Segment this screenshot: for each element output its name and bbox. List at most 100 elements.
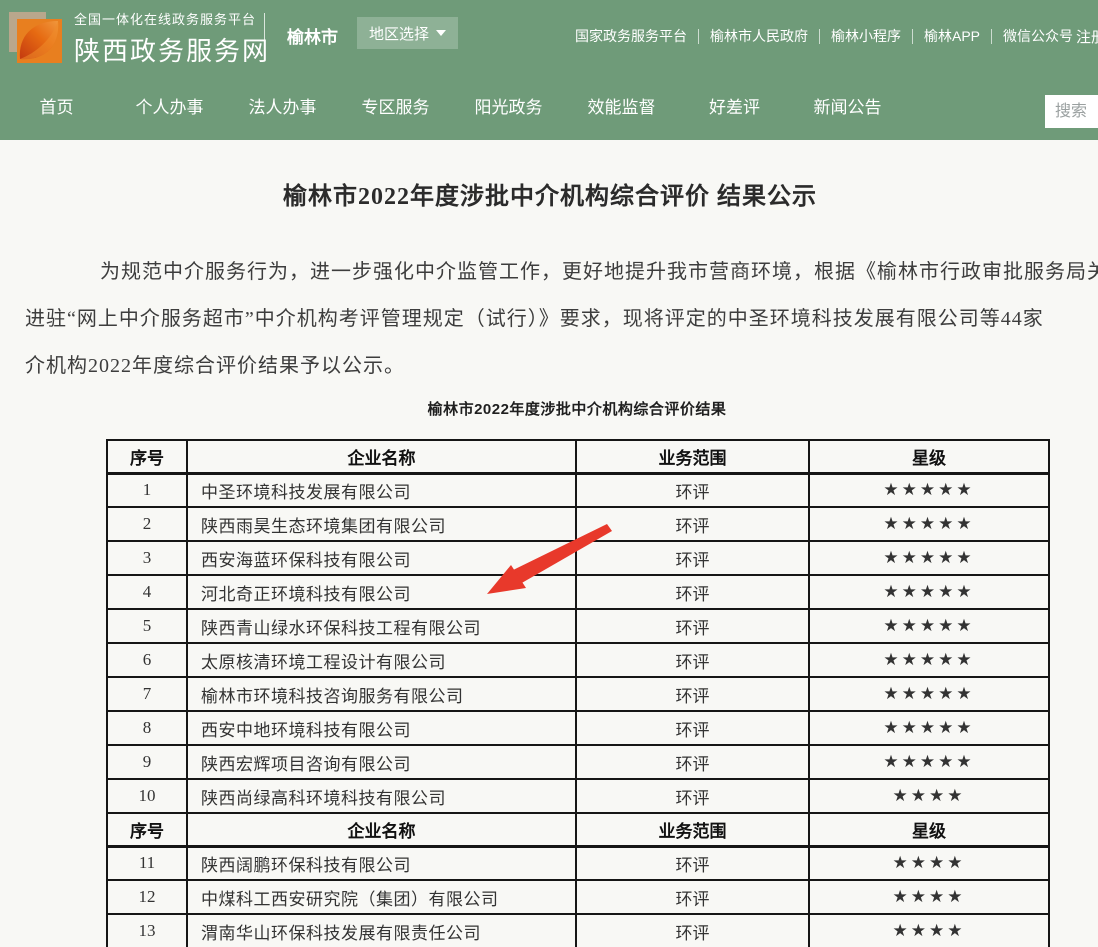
column-header: 业务范围 (576, 440, 809, 473)
table-cell-scope: 环评 (576, 711, 809, 745)
paragraph-line: 进驻“网上中介服务超市”中介机构考评管理规定（试行）》要求，现将评定的中圣环境科… (25, 296, 1098, 343)
column-header: 企业名称 (187, 813, 576, 846)
nav-item[interactable]: 阳光政务 (452, 93, 565, 118)
nav-item[interactable]: 个人办事 (113, 93, 226, 118)
table-cell-scope: 环评 (576, 507, 809, 541)
table-cell-no: 8 (107, 711, 187, 745)
table-cell-stars: ★★★★★ (809, 575, 1049, 609)
table-cell-name: 陕西青山绿水环保科技工程有限公司 (187, 609, 576, 643)
evaluation-results-table: 序号企业名称业务范围星级1中圣环境科技发展有限公司环评★★★★★2陕西雨昊生态环… (106, 439, 1050, 947)
table-row: 4河北奇正环境科技有限公司环评★★★★★ (107, 575, 1049, 609)
column-header: 星级 (809, 440, 1049, 473)
search-input[interactable] (1045, 95, 1098, 128)
table-cell-no: 11 (107, 846, 187, 880)
site-header: 全国一体化在线政务服务平台 陕西政务服务网 榆林市 地区选择 国家政务服务平台 榆… (0, 0, 1098, 70)
nav-list: 首页个人办事法人办事专区服务阳光政务效能监督好差评新闻公告 (0, 70, 1098, 140)
column-header: 序号 (107, 440, 187, 473)
column-header: 业务范围 (576, 813, 809, 846)
paragraph-line: 介机构2022年度综合评价结果予以公示。 (25, 343, 1098, 390)
table-cell-stars: ★★★★★ (809, 609, 1049, 643)
brand-block: 全国一体化在线政务服务平台 陕西政务服务网 (74, 9, 270, 68)
table-cell-no: 3 (107, 541, 187, 575)
link-separator (912, 29, 913, 44)
announcement-paragraph: 为规范中介服务行为，进一步强化中介监管工作，更好地提升我市营商环境，根据《榆林市… (25, 249, 1098, 390)
link-separator (991, 29, 992, 44)
nav-item[interactable]: 效能监督 (565, 93, 678, 118)
table-cell-name: 中煤科工西安研究院（集团）有限公司 (187, 880, 576, 914)
table-cell-name: 陕西宏辉项目咨询有限公司 (187, 745, 576, 779)
nav-item[interactable]: 法人办事 (226, 93, 339, 118)
table-cell-stars: ★★★★★ (809, 473, 1049, 507)
nav-item[interactable]: 首页 (0, 93, 113, 118)
table-cell-no: 13 (107, 914, 187, 947)
table-row: 13渭南华山环保科技发展有限责任公司环评★★★★ (107, 914, 1049, 947)
region-selector-label: 地区选择 (369, 23, 429, 44)
table-cell-scope: 环评 (576, 880, 809, 914)
table-cell-stars: ★★★★ (809, 880, 1049, 914)
table-cell-stars: ★★★★★ (809, 643, 1049, 677)
header-link[interactable]: 榆林APP (924, 26, 980, 46)
header-links: 国家政务服务平台 榆林市人民政府 榆林小程序 榆林APP 微信公众号 (575, 26, 1073, 46)
table-cell-scope: 环评 (576, 541, 809, 575)
table-cell-stars: ★★★★★ (809, 507, 1049, 541)
table-cell-no: 4 (107, 575, 187, 609)
table-cell-no: 10 (107, 779, 187, 813)
paragraph-line: 为规范中介服务行为，进一步强化中介监管工作，更好地提升我市营商环境，根据《榆林市… (25, 249, 1098, 296)
table-cell-scope: 环评 (576, 846, 809, 880)
table-row: 7榆林市环境科技咨询服务有限公司环评★★★★★ (107, 677, 1049, 711)
table-cell-name: 榆林市环境科技咨询服务有限公司 (187, 677, 576, 711)
main-nav: 首页个人办事法人办事专区服务阳光政务效能监督好差评新闻公告 (0, 70, 1098, 140)
table-cell-name: 河北奇正环境科技有限公司 (187, 575, 576, 609)
table-cell-no: 1 (107, 473, 187, 507)
table-row: 10陕西尚绿高科环境科技有限公司环评★★★★ (107, 779, 1049, 813)
site-title: 陕西政务服务网 (74, 31, 270, 68)
table-cell-name: 陕西雨昊生态环境集团有限公司 (187, 507, 576, 541)
header-link[interactable]: 微信公众号 (1003, 26, 1073, 46)
table-row: 12中煤科工西安研究院（集团）有限公司环评★★★★ (107, 880, 1049, 914)
nav-item[interactable]: 专区服务 (339, 93, 452, 118)
table-row: 8西安中地环境科技有限公司环评★★★★★ (107, 711, 1049, 745)
article-content: 榆林市2022年度涉批中介机构综合评价 结果公示 为规范中介服务行为，进一步强化… (0, 140, 1098, 947)
table-cell-stars: ★★★★ (809, 914, 1049, 947)
header-link[interactable]: 国家政务服务平台 (575, 26, 687, 46)
page-title: 榆林市2022年度涉批中介机构综合评价 结果公示 (25, 176, 1075, 211)
table-header-row: 序号企业名称业务范围星级 (107, 440, 1049, 473)
link-separator (698, 29, 699, 44)
table-row: 3西安海蓝环保科技有限公司环评★★★★★ (107, 541, 1049, 575)
table-cell-name: 陕西尚绿高科环境科技有限公司 (187, 779, 576, 813)
region-selector-button[interactable]: 地区选择 (357, 17, 458, 49)
table-body: 序号企业名称业务范围星级1中圣环境科技发展有限公司环评★★★★★2陕西雨昊生态环… (107, 440, 1049, 947)
table-cell-stars: ★★★★★ (809, 745, 1049, 779)
column-header: 星级 (809, 813, 1049, 846)
table-cell-scope: 环评 (576, 473, 809, 507)
column-header: 企业名称 (187, 440, 576, 473)
table-cell-no: 12 (107, 880, 187, 914)
register-link[interactable]: 注册 (1076, 26, 1098, 47)
nav-item[interactable]: 新闻公告 (791, 93, 904, 118)
table-cell-scope: 环评 (576, 575, 809, 609)
table-row: 6太原核清环境工程设计有限公司环评★★★★★ (107, 643, 1049, 677)
current-city-label: 榆林市 (287, 23, 338, 48)
table-cell-no: 9 (107, 745, 187, 779)
table-row: 2陕西雨昊生态环境集团有限公司环评★★★★★ (107, 507, 1049, 541)
table-cell-name: 中圣环境科技发展有限公司 (187, 473, 576, 507)
platform-tagline: 全国一体化在线政务服务平台 (74, 9, 270, 28)
table-cell-stars: ★★★★★ (809, 711, 1049, 745)
table-cell-stars: ★★★★★ (809, 541, 1049, 575)
table-cell-no: 2 (107, 507, 187, 541)
table-cell-scope: 环评 (576, 745, 809, 779)
table-caption: 榆林市2022年度涉批中介机构综合评价结果 (106, 398, 1048, 419)
header-link[interactable]: 榆林市人民政府 (710, 26, 808, 46)
table-cell-stars: ★★★★★ (809, 677, 1049, 711)
table-row: 1中圣环境科技发展有限公司环评★★★★★ (107, 473, 1049, 507)
table-cell-name: 陕西阔鹏环保科技有限公司 (187, 846, 576, 880)
site-logo-icon[interactable] (8, 7, 64, 63)
chevron-down-icon (436, 30, 446, 36)
table-cell-scope: 环评 (576, 914, 809, 947)
header-link[interactable]: 榆林小程序 (831, 26, 901, 46)
table-cell-name: 渭南华山环保科技发展有限责任公司 (187, 914, 576, 947)
table-cell-no: 6 (107, 643, 187, 677)
table-cell-scope: 环评 (576, 609, 809, 643)
nav-item[interactable]: 好差评 (678, 93, 791, 118)
table-cell-stars: ★★★★ (809, 779, 1049, 813)
